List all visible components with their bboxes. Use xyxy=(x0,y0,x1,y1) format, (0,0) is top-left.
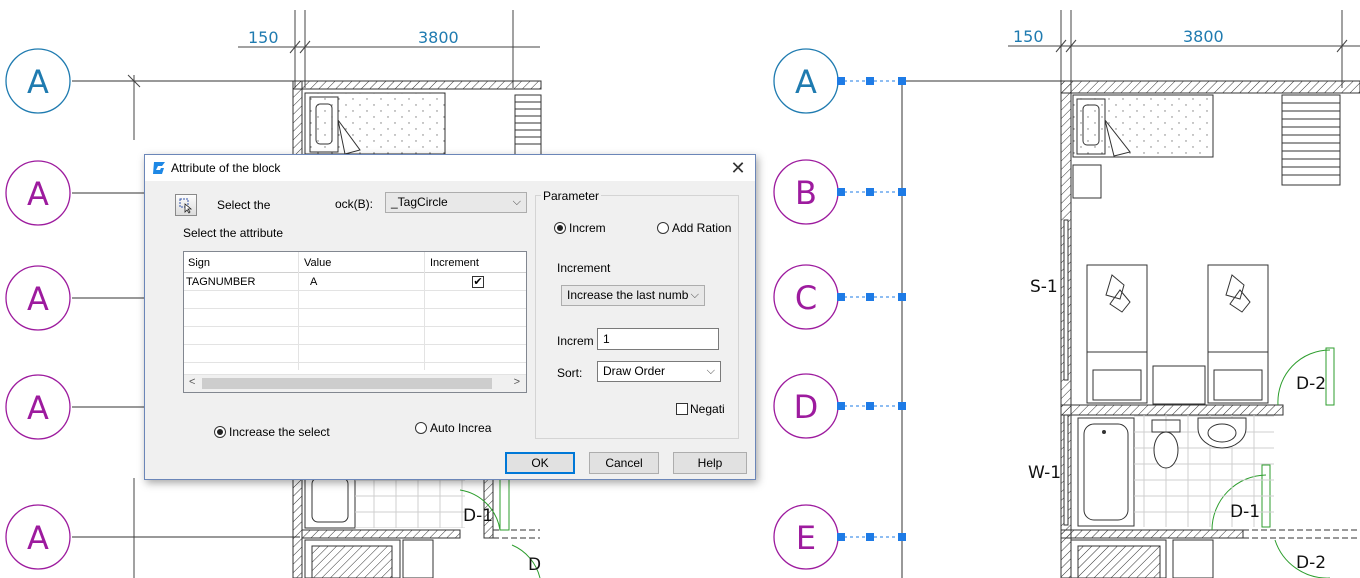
ok-button[interactable]: OK xyxy=(505,452,575,474)
radio-increment-label: Increm xyxy=(569,221,606,235)
left-dim-150: 150 xyxy=(248,28,279,47)
left-dim-3800: 3800 xyxy=(418,28,459,47)
sort-value: Draw Order xyxy=(603,364,666,378)
chevron-down-icon: ⌵ xyxy=(706,365,715,377)
cell-sign: TAGNUMBER xyxy=(186,276,256,288)
radio-increase-selected[interactable] xyxy=(214,426,226,438)
select-block-label: Select the xyxy=(217,198,271,212)
radio-auto-increase[interactable] xyxy=(415,422,427,434)
increment-mode-value: Increase the last numb xyxy=(567,288,689,302)
label-d2-lower: D-2 xyxy=(1296,553,1326,573)
block-name-dropdown[interactable]: _TagCircle ⌵ xyxy=(385,192,527,213)
chevron-down-icon: ⌵ xyxy=(512,196,521,208)
column-header-sign[interactable]: Sign xyxy=(188,257,210,269)
select-object-button[interactable] xyxy=(175,194,197,216)
label-d2-upper: D-2 xyxy=(1296,374,1326,394)
radio-increment[interactable] xyxy=(554,222,566,234)
column-header-increment[interactable]: Increment xyxy=(430,257,479,269)
increment-checkbox[interactable]: ✔ xyxy=(472,276,484,288)
left-tag-5: A xyxy=(27,519,49,557)
right-dim-3800: 3800 xyxy=(1183,27,1224,46)
increment-mode-dropdown[interactable]: Increase the last numb ⌵ xyxy=(561,285,705,306)
increment-label: Increment xyxy=(557,261,611,275)
row-divider xyxy=(184,326,526,327)
sort-dropdown[interactable]: Draw Order ⌵ xyxy=(597,361,721,382)
column-header-value[interactable]: Value xyxy=(304,257,331,269)
block-name-value: _TagCircle xyxy=(391,195,448,209)
left-door-label: D-1 xyxy=(463,506,493,526)
left-tag-3: A xyxy=(27,280,49,318)
radio-add-ration-label: Add Ration xyxy=(672,221,732,235)
app-logo-icon xyxy=(153,162,165,174)
right-tag-group-a[interactable] xyxy=(773,48,906,114)
cancel-button[interactable]: Cancel xyxy=(589,452,659,474)
negative-checkbox[interactable] xyxy=(676,403,688,415)
radio-increase-selected-label: Increase the select xyxy=(229,425,330,439)
close-icon[interactable]: ✕ xyxy=(721,155,755,181)
increment-value-label: Increm xyxy=(557,334,594,348)
right-tag-group-c[interactable] xyxy=(773,264,906,330)
dialog-titlebar[interactable]: Attribute of the block ✕ xyxy=(145,155,755,181)
dialog-title: Attribute of the block xyxy=(171,161,281,175)
right-tag-group-b[interactable] xyxy=(773,159,906,225)
column-divider xyxy=(298,252,299,370)
right-drawing xyxy=(901,10,1360,578)
right-tag-d: D xyxy=(794,388,819,426)
left-tag-4: A xyxy=(27,389,49,427)
right-tag-group-e[interactable] xyxy=(773,504,906,570)
right-tag-a: A xyxy=(795,63,817,101)
horizontal-scrollbar[interactable]: < > xyxy=(184,374,526,392)
right-tag-e: E xyxy=(796,519,816,557)
radio-auto-increase-label: Auto Increa xyxy=(430,421,492,435)
scroll-left-icon[interactable]: < xyxy=(189,376,195,388)
label-s1: S-1 xyxy=(1030,277,1058,297)
right-dim-150: 150 xyxy=(1013,27,1044,46)
left-door-label-2: D xyxy=(528,555,541,575)
label-w1: W-1 xyxy=(1028,463,1061,483)
radio-add-ration[interactable] xyxy=(657,222,669,234)
header-divider xyxy=(184,272,526,273)
negative-label: Negati xyxy=(690,402,725,416)
cell-value[interactable]: A xyxy=(310,276,317,288)
right-tag-b: B xyxy=(795,174,817,212)
increment-value-input[interactable]: 1 xyxy=(597,328,719,350)
select-attribute-label: Select the attribute xyxy=(183,226,284,240)
attribute-table[interactable]: Sign Value Increment TAGNUMBER A ✔ < > xyxy=(183,251,527,393)
row-divider xyxy=(184,362,526,363)
row-divider xyxy=(184,344,526,345)
left-tag-2: A xyxy=(27,175,49,213)
pick-cursor-icon xyxy=(179,198,193,214)
row-divider xyxy=(184,308,526,309)
help-button[interactable]: Help xyxy=(673,452,747,474)
label-d1: D-1 xyxy=(1230,502,1260,522)
scroll-right-icon[interactable]: > xyxy=(514,376,520,388)
scrollbar-thumb[interactable] xyxy=(202,378,492,389)
block-label: ock(B): xyxy=(335,197,374,211)
parameter-legend: Parameter xyxy=(541,189,602,203)
attribute-dialog: Attribute of the block ✕ Select the ock(… xyxy=(144,154,756,480)
right-tag-c: C xyxy=(795,279,817,317)
chevron-down-icon: ⌵ xyxy=(690,289,699,301)
left-tag-1: A xyxy=(27,63,49,101)
sort-label: Sort: xyxy=(557,366,583,380)
row-divider xyxy=(184,290,526,291)
column-divider xyxy=(424,252,425,370)
